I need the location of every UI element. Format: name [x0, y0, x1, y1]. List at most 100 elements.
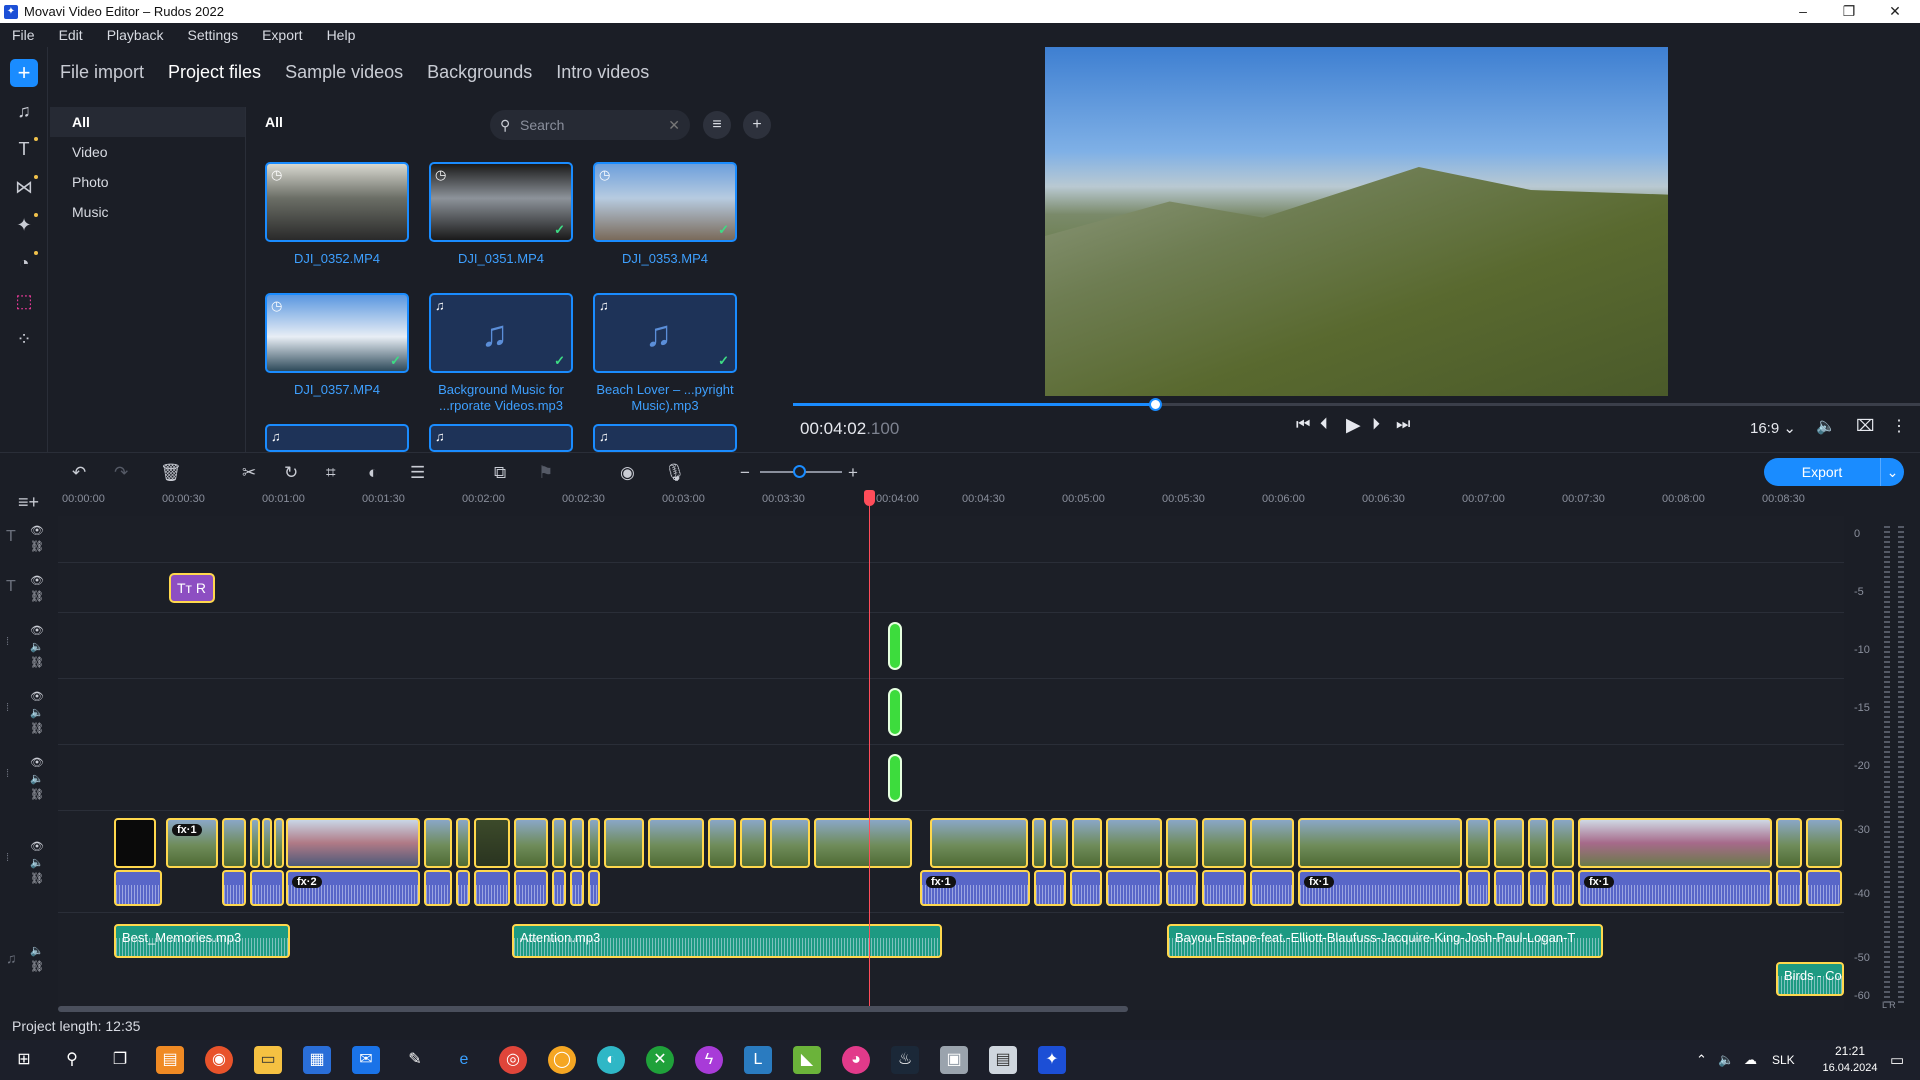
more-icon[interactable]: ⋮	[1891, 416, 1907, 436]
video-clip[interactable]	[1298, 818, 1462, 868]
app-icon[interactable]: ▤	[989, 1046, 1017, 1074]
video-clip[interactable]	[274, 818, 284, 868]
clip-audio[interactable]	[1806, 870, 1842, 906]
video-clip[interactable]	[588, 818, 600, 868]
transitions-icon[interactable]: ⋈	[10, 173, 38, 201]
store-icon[interactable]: ▦	[303, 1046, 331, 1074]
internet-explorer-icon[interactable]: e	[450, 1046, 478, 1074]
effect-badge[interactable]: fx·2	[292, 876, 322, 888]
video-clip[interactable]	[1072, 818, 1102, 868]
export-button[interactable]: Export ⌄	[1764, 458, 1904, 486]
video-clip[interactable]	[286, 818, 420, 868]
play-icon[interactable]: ▶	[1346, 414, 1361, 437]
volume-icon[interactable]: 🔈	[30, 856, 44, 869]
redo-icon[interactable]: ↷	[114, 463, 128, 483]
music-clip[interactable]: Attention.mp3	[512, 924, 942, 958]
media-thumbnail[interactable]: ◷ ✓	[265, 293, 409, 373]
zoom-handle[interactable]	[793, 465, 806, 478]
video-preview[interactable]	[1045, 47, 1668, 396]
clip-audio[interactable]	[1552, 870, 1574, 906]
previous-frame-icon[interactable]: ⏴	[1320, 416, 1328, 434]
video-clip[interactable]	[1806, 818, 1842, 868]
video-clip[interactable]	[1776, 818, 1802, 868]
effect-badge[interactable]: fx·1	[172, 824, 202, 836]
music-clip[interactable]: Best_Memories.mp3	[114, 924, 290, 958]
music-clip[interactable]: Birds - Co	[1776, 962, 1844, 996]
volume-icon[interactable]: 🔈	[30, 944, 44, 957]
stickers-icon[interactable]: ⬚	[10, 287, 38, 315]
video-clip[interactable]	[456, 818, 470, 868]
media-thumbnail[interactable]: ◷ ✓	[429, 162, 573, 242]
visibility-icon[interactable]: 👁	[30, 574, 44, 587]
app-icon[interactable]: L	[744, 1046, 772, 1074]
clip-audio[interactable]	[1528, 870, 1548, 906]
record-video-icon[interactable]: ◉	[620, 463, 635, 483]
edge-icon[interactable]: ◐	[597, 1046, 625, 1074]
undo-icon[interactable]: ↶	[72, 463, 86, 483]
clip-audio[interactable]	[1106, 870, 1162, 906]
minimize-button[interactable]: –	[1780, 0, 1826, 23]
volume-icon[interactable]: 🔈	[30, 772, 44, 785]
clip-audio[interactable]	[514, 870, 548, 906]
video-clip[interactable]	[930, 818, 1028, 868]
clip-audio[interactable]	[456, 870, 470, 906]
video-clip[interactable]	[474, 818, 510, 868]
menu-file[interactable]: File	[0, 27, 47, 43]
unlink-icon[interactable]: ⛓	[30, 788, 44, 801]
close-button[interactable]: ✕	[1872, 0, 1918, 23]
menu-settings[interactable]: Settings	[176, 27, 251, 43]
crop-icon[interactable]: ⌗	[326, 463, 336, 483]
video-clip[interactable]	[1032, 818, 1046, 868]
video-clip[interactable]	[1494, 818, 1524, 868]
nvidia-icon[interactable]: ◣	[793, 1046, 821, 1074]
clip-audio[interactable]: fx·1	[1298, 870, 1462, 906]
video-clip[interactable]	[570, 818, 584, 868]
clip-audio[interactable]	[1776, 870, 1802, 906]
add-icon[interactable]: +	[10, 59, 38, 87]
video-clip[interactable]	[1250, 818, 1294, 868]
clip-audio[interactable]	[1070, 870, 1102, 906]
media-thumbnail[interactable]: ♫ ♫ ✓	[593, 293, 737, 373]
clip-properties-icon[interactable]: ☰	[410, 463, 425, 483]
task-view-icon[interactable]: ❐	[106, 1046, 134, 1074]
clip-audio[interactable]	[588, 870, 600, 906]
visibility-icon[interactable]: 👁	[30, 690, 44, 703]
video-clip[interactable]	[1528, 818, 1548, 868]
visibility-icon[interactable]: 👁	[30, 756, 44, 769]
messenger-icon[interactable]: ϟ	[695, 1046, 723, 1074]
video-clip[interactable]	[814, 818, 912, 868]
clip-audio[interactable]	[114, 870, 162, 906]
video-clip[interactable]	[604, 818, 644, 868]
clip-audio[interactable]	[1034, 870, 1066, 906]
video-clip[interactable]	[1166, 818, 1198, 868]
rotate-icon[interactable]: ↻	[284, 463, 298, 483]
clock-date[interactable]: 16.04.2024	[1818, 1062, 1882, 1074]
tab-intro-videos[interactable]: Intro videos	[556, 62, 649, 83]
volume-icon[interactable]: 🔈	[30, 706, 44, 719]
export-options-icon[interactable]: ⌄	[1880, 458, 1904, 486]
category-all[interactable]: All	[50, 107, 245, 137]
app-icon[interactable]: ◕	[842, 1046, 870, 1074]
zoom-in-icon[interactable]: +	[848, 463, 858, 483]
clock-time[interactable]: 21:21	[1818, 1044, 1882, 1058]
insert-media-icon[interactable]: ⧉	[494, 463, 506, 483]
video-clip[interactable]	[1106, 818, 1162, 868]
clip-audio[interactable]	[1202, 870, 1246, 906]
video-clip[interactable]	[708, 818, 736, 868]
category-music[interactable]: Music	[50, 197, 245, 227]
video-clip[interactable]	[648, 818, 704, 868]
menu-edit[interactable]: Edit	[47, 27, 95, 43]
visibility-icon[interactable]: 👁	[30, 840, 44, 853]
music-clip[interactable]: Bayou-Estape-feat.-Elliott-Blaufuss-Jacq…	[1167, 924, 1603, 958]
visibility-icon[interactable]: 👁	[30, 624, 44, 637]
visibility-icon[interactable]: 👁	[30, 524, 44, 537]
more-tools-icon[interactable]: ⁘	[10, 325, 38, 353]
skip-to-end-icon[interactable]: ⏭	[1396, 416, 1410, 434]
app-icon[interactable]: ▤	[156, 1046, 184, 1074]
windows-start-icon[interactable]: ⊞	[10, 1046, 38, 1074]
video-clip[interactable]	[552, 818, 566, 868]
scrubber-handle[interactable]	[1149, 398, 1162, 411]
video-clip[interactable]	[1552, 818, 1574, 868]
clip-audio[interactable]: fx·1	[920, 870, 1030, 906]
clip-audio[interactable]	[250, 870, 284, 906]
